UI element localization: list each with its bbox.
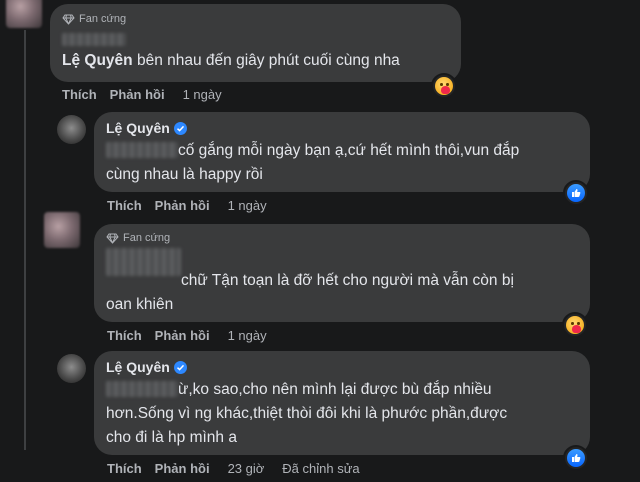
reply-bubble: Lệ Quyên ừ,ko sao,cho nên mình lại được …: [94, 351, 590, 455]
like-reaction[interactable]: [563, 180, 589, 206]
reply-text: ừ,ko sao,cho nên mình lại được bù đắp nh…: [178, 381, 492, 398]
redacted-name: [106, 142, 178, 158]
comment-thread: Fan cứng Lệ Quyên bên nhau đến giây phút…: [0, 0, 640, 482]
verified-icon: [173, 360, 187, 374]
redacted-name: [106, 381, 178, 397]
comment-text: oan khiên: [106, 296, 174, 313]
care-icon: [566, 316, 584, 334]
reply-bubble: Lệ Quyên cố gắng mỗi ngày bạn ạ,cứ hết m…: [94, 112, 590, 192]
timestamp[interactable]: 1 ngày: [183, 87, 222, 102]
comment-text: Lệ Quyên bên nhau đến giây phút cuối cùn…: [62, 52, 400, 69]
care-reaction[interactable]: [431, 73, 457, 99]
comment-text: chữ Tận toạn là đỡ hết cho người mà vẫn …: [181, 272, 514, 289]
reply-button[interactable]: Phản hồi: [155, 328, 210, 343]
reply-text: cùng nhau là happy rồi: [106, 166, 263, 183]
thread-line: [24, 30, 26, 450]
reply-text: hơn.Sống vì ng khác,thiệt thòi đôi khi l…: [106, 405, 508, 422]
edited-label[interactable]: Đã chỉnh sửa: [282, 461, 359, 476]
comment-actions: Thích Phản hồi 1 ngày: [62, 87, 222, 102]
fan-badge-label: Fan cứng: [123, 232, 171, 244]
author-avatar[interactable]: [57, 115, 86, 144]
diamond-icon: [106, 233, 119, 244]
reply-actions: Thích Phản hồi 1 ngày: [107, 198, 267, 213]
author-name[interactable]: Lệ Quyên: [106, 359, 187, 375]
timestamp[interactable]: 1 ngày: [228, 198, 267, 213]
care-icon: [435, 77, 453, 95]
comment-bubble: Fan cứng chữ Tận toạn là đỡ hết cho ngườ…: [94, 224, 590, 322]
redacted-name: [106, 248, 181, 276]
commenter-avatar[interactable]: [44, 212, 80, 248]
comment-bubble: Fan cứng Lệ Quyên bên nhau đến giây phút…: [50, 4, 461, 82]
commenter-avatar[interactable]: [6, 0, 42, 28]
like-button[interactable]: Thích: [107, 198, 142, 213]
redacted-name: [62, 33, 126, 46]
comment-actions: Thích Phản hồi 1 ngày: [107, 328, 267, 343]
timestamp[interactable]: 1 ngày: [228, 328, 267, 343]
like-button[interactable]: Thích: [107, 461, 142, 476]
like-button[interactable]: Thích: [62, 87, 97, 102]
mention-link[interactable]: Lệ Quyên: [62, 52, 133, 69]
fan-badge: Fan cứng: [62, 13, 126, 25]
fan-badge: Fan cứng: [106, 232, 170, 244]
like-button[interactable]: Thích: [107, 328, 142, 343]
reply-button[interactable]: Phản hồi: [155, 198, 210, 213]
fan-badge-label: Fan cứng: [79, 13, 127, 25]
author-name[interactable]: Lệ Quyên: [106, 120, 187, 136]
reply-actions: Thích Phản hồi 23 giờ Đã chỉnh sửa: [107, 461, 360, 476]
care-reaction[interactable]: [562, 312, 588, 338]
like-icon: [567, 184, 585, 202]
reply-button[interactable]: Phản hồi: [110, 87, 165, 102]
author-avatar[interactable]: [57, 354, 86, 383]
diamond-icon: [62, 14, 75, 25]
reply-button[interactable]: Phản hồi: [155, 461, 210, 476]
reply-text: cố gắng mỗi ngày bạn ạ,cứ hết mình thôi,…: [178, 142, 520, 159]
like-icon: [567, 449, 585, 467]
reply-text: cho đi là hp mình a: [106, 429, 237, 446]
timestamp[interactable]: 23 giờ: [228, 461, 265, 476]
like-reaction[interactable]: [563, 445, 589, 471]
verified-icon: [173, 121, 187, 135]
